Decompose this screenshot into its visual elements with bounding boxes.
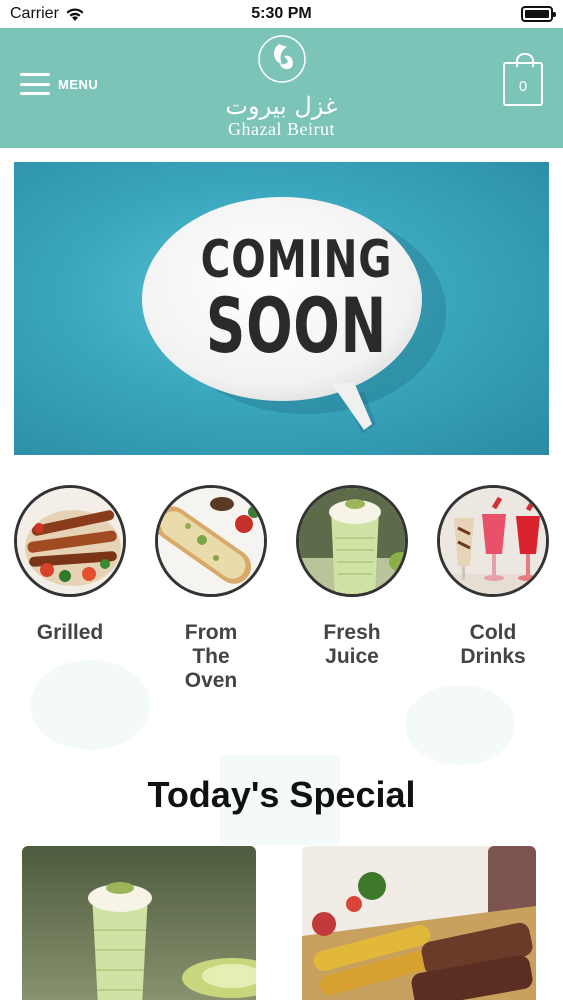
banner-line-1: COMING <box>200 230 393 290</box>
category-from-the-oven[interactable]: From The Oven <box>141 485 281 693</box>
special-item-card-2[interactable] <box>302 846 536 1000</box>
logo-arabic-text: غزل بيروت <box>225 92 338 120</box>
status-bar: Carrier 5:30 PM <box>0 0 563 28</box>
banner-headline: COMING SOON <box>154 232 439 364</box>
category-image-juice <box>296 485 408 597</box>
category-fresh-juice[interactable]: Fresh Juice <box>282 485 422 669</box>
promo-banner[interactable]: COMING SOON <box>14 162 549 455</box>
clock: 5:30 PM <box>251 5 312 22</box>
category-label: From The Oven <box>184 621 238 692</box>
category-cold-drinks[interactable]: Cold Drinks <box>423 485 563 669</box>
special-item-image-2 <box>302 846 536 1000</box>
hamburger-icon <box>20 73 50 95</box>
app-header: MENU غزل بيروت Ghazal Beirut 0 <box>0 28 563 148</box>
cart-button[interactable]: 0 <box>503 53 543 106</box>
section-title-todays-special: Today's Special <box>147 774 416 815</box>
category-label: Cold Drinks <box>460 621 526 668</box>
banner-line-2: SOON <box>205 281 388 370</box>
special-item-card-1[interactable] <box>22 846 256 1000</box>
menu-button[interactable]: MENU <box>20 73 98 95</box>
category-image-oven <box>155 485 267 597</box>
logo-latin-text: Ghazal Beirut <box>228 119 335 139</box>
category-grilled[interactable]: Grilled <box>0 485 140 645</box>
menu-label: MENU <box>58 76 99 92</box>
category-label: Grilled <box>36 621 104 644</box>
cart-count: 0 <box>518 78 528 95</box>
category-image-cold-drinks <box>437 485 549 597</box>
category-label: Fresh Juice <box>323 621 381 668</box>
category-image-grilled <box>14 485 126 597</box>
category-list: Grilled From The Oven Fresh Juice Cold D… <box>0 485 563 715</box>
special-item-image-1 <box>22 846 256 1000</box>
brand-logo[interactable]: غزل بيروت Ghazal Beirut <box>200 34 363 144</box>
battery-icon <box>521 6 556 22</box>
logo-mark-icon <box>257 35 306 83</box>
